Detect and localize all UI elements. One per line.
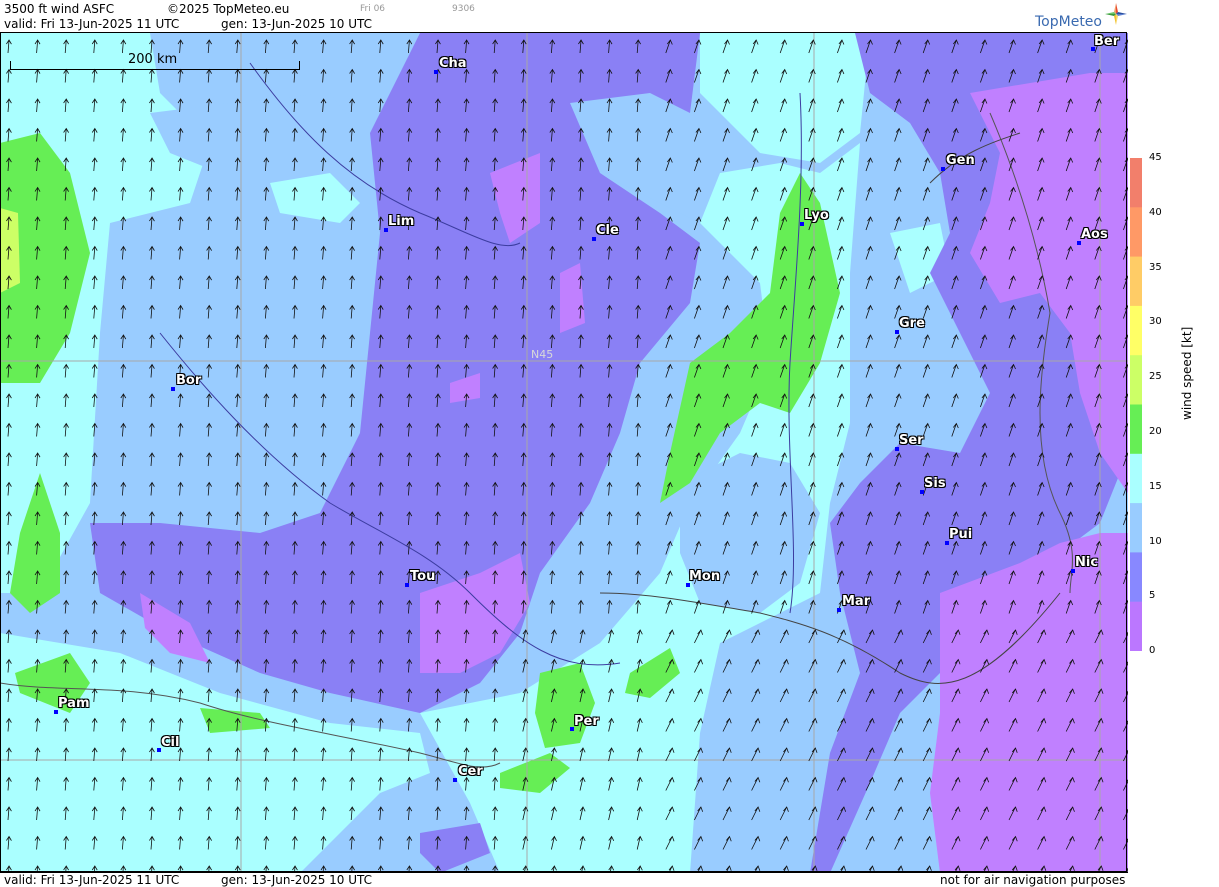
legend-color-band bbox=[1130, 305, 1142, 356]
legend-tick-label: 30 bbox=[1149, 316, 1162, 328]
legend-color-band bbox=[1130, 158, 1142, 208]
city-marker bbox=[434, 70, 438, 74]
city-marker bbox=[405, 583, 409, 587]
wind-map[interactable]: N45 Ber Cha Gen Lim Cle Lyo Aos Gre Bor … bbox=[0, 33, 1128, 873]
city-label: Lim bbox=[388, 214, 415, 229]
legend-tick-label: 40 bbox=[1149, 206, 1162, 218]
legend-tick-label: 15 bbox=[1149, 480, 1162, 492]
latitude-label: N45 bbox=[531, 348, 554, 361]
generated-time: gen: 13-Jun-2025 10 UTC bbox=[221, 17, 373, 31]
copyright: ©2025 TopMeteo.eu bbox=[167, 2, 290, 16]
city-label: Nic bbox=[1075, 555, 1099, 570]
legend-color-band bbox=[1130, 355, 1142, 405]
city-label: Mar bbox=[842, 594, 871, 609]
map-code: 9306 bbox=[452, 4, 475, 14]
city-label: Pui bbox=[949, 527, 973, 542]
city-label: Cer bbox=[458, 764, 483, 779]
legend-color-band bbox=[1130, 503, 1142, 553]
city-marker bbox=[837, 608, 841, 612]
city-label: Gre bbox=[899, 316, 925, 331]
city-label: Sis bbox=[924, 476, 946, 491]
map-title: 3500 ft wind ASFC bbox=[4, 2, 115, 16]
legend-tick-label: 45 bbox=[1149, 152, 1162, 163]
legend-tick-label: 10 bbox=[1149, 535, 1162, 547]
city-label: Bor bbox=[176, 373, 202, 388]
legend-color-band bbox=[1130, 207, 1142, 258]
city-marker bbox=[171, 387, 175, 391]
legend-color-band bbox=[1130, 601, 1142, 651]
city-label: Cil bbox=[161, 735, 180, 750]
city-label: Cle bbox=[596, 223, 619, 238]
city-label: Cha bbox=[439, 56, 467, 71]
city-label: Lyo bbox=[804, 208, 829, 223]
city-label: Aos bbox=[1081, 227, 1108, 242]
city-marker bbox=[453, 778, 457, 782]
legend-tick-label: 5 bbox=[1149, 590, 1156, 602]
legend-tick-label: 35 bbox=[1149, 261, 1162, 273]
compass-star-icon bbox=[1105, 3, 1127, 25]
topmeteo-logo: TopMeteo bbox=[1035, 14, 1102, 30]
legend-color-band bbox=[1130, 453, 1142, 504]
footer-generated: gen: 13-Jun-2025 10 UTC bbox=[221, 873, 373, 887]
city-label: Ser bbox=[899, 433, 924, 448]
city-label: Ber bbox=[1094, 34, 1120, 49]
city-label: Mon bbox=[689, 569, 721, 584]
city-label: Pam bbox=[58, 696, 90, 711]
valid-time: valid: Fri 13-Jun-2025 11 UTC bbox=[4, 17, 180, 31]
city-marker bbox=[941, 167, 945, 171]
legend-title: wind speed [kt] bbox=[1180, 326, 1194, 420]
footer-note: not for air navigation purposes bbox=[940, 873, 1126, 887]
legend-tick-label: 0 bbox=[1149, 645, 1156, 657]
scale-label: 200 km bbox=[128, 52, 178, 67]
legend-tick-label: 25 bbox=[1149, 371, 1162, 383]
legend-color-band bbox=[1130, 256, 1142, 307]
city-label: Tou bbox=[410, 569, 436, 584]
day-code: Fri 06 bbox=[360, 4, 386, 14]
city-label: Per bbox=[574, 714, 599, 729]
legend-color-band bbox=[1130, 552, 1142, 603]
wind-speed-legend bbox=[1130, 158, 1142, 651]
city-label: Gen bbox=[946, 153, 975, 168]
footer-valid: valid: Fri 13-Jun-2025 11 UTC bbox=[4, 873, 180, 887]
legend-tick-label: 20 bbox=[1149, 426, 1162, 437]
legend-color-band bbox=[1130, 404, 1142, 455]
